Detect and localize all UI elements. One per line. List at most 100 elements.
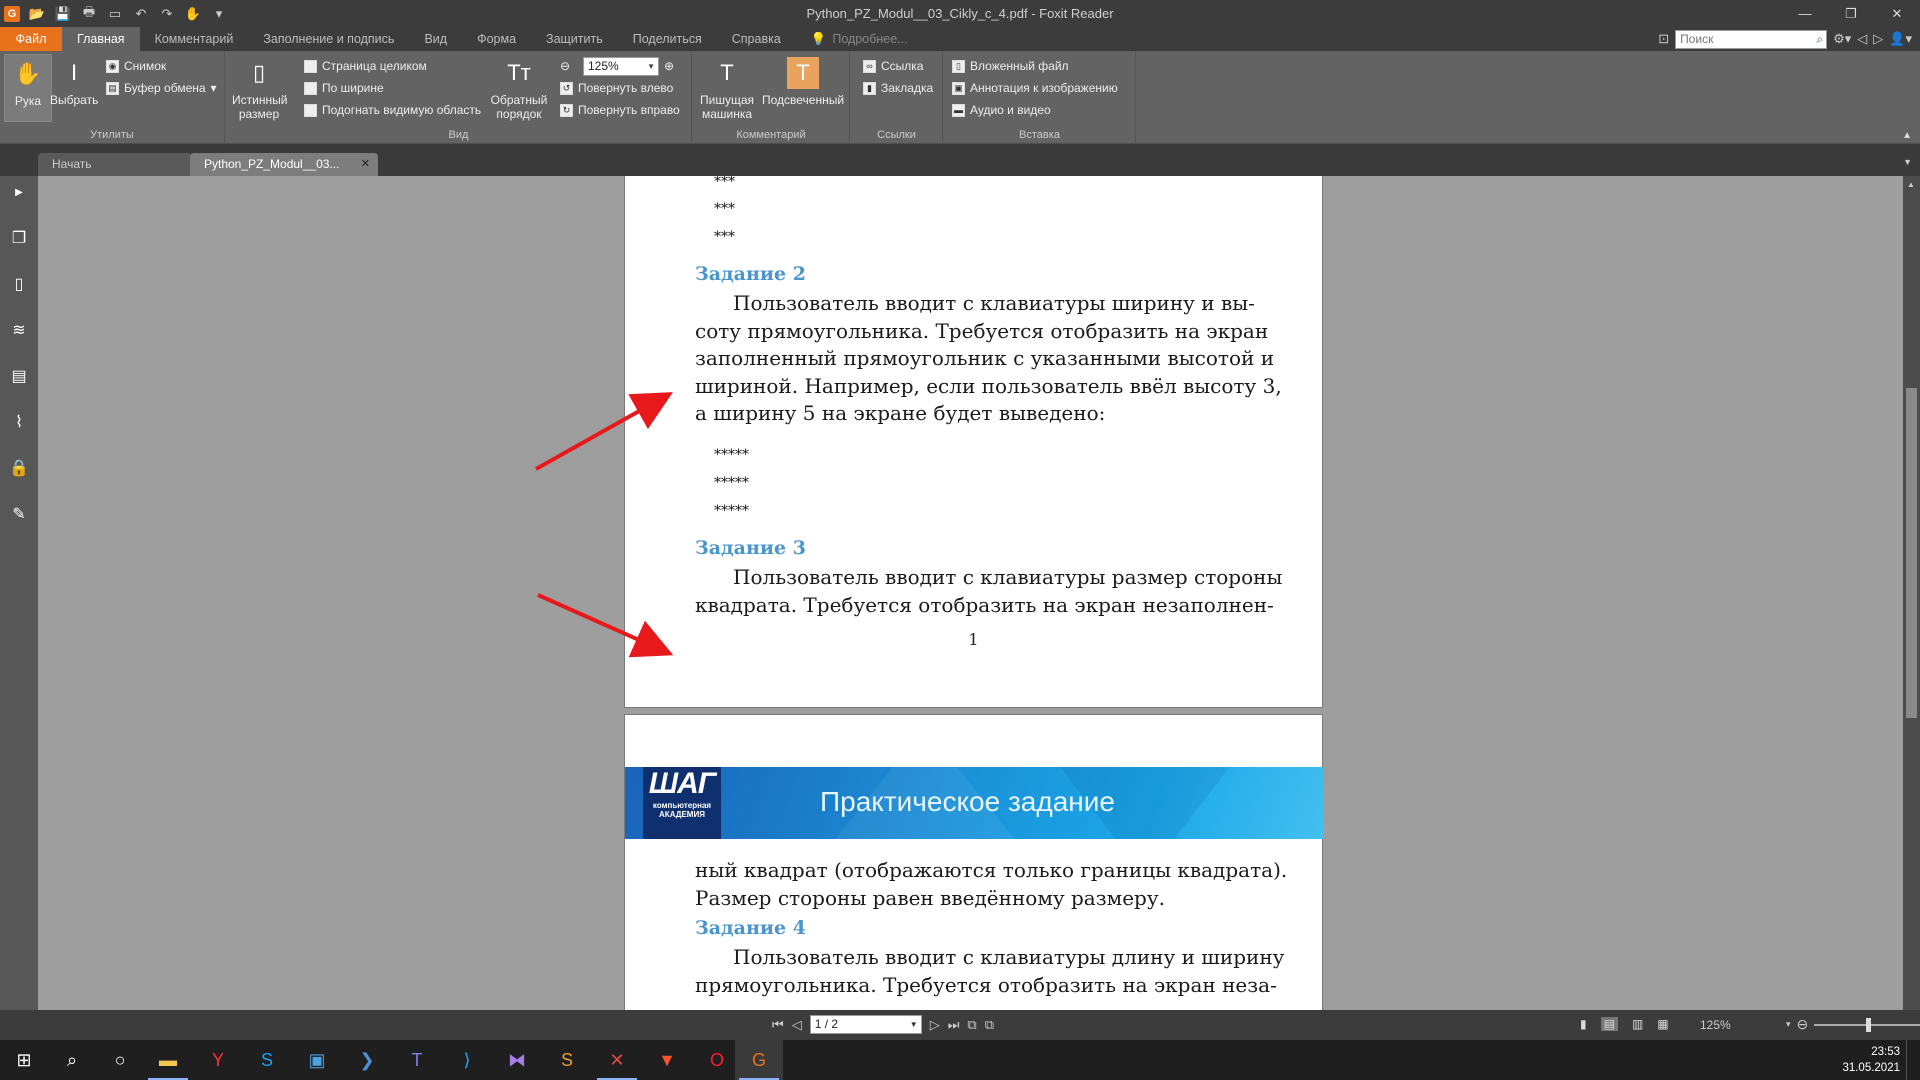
collapse-ribbon-icon[interactable]: ▲ — [1902, 130, 1912, 141]
tab-start[interactable]: Начать — [38, 153, 192, 176]
zoom-slider-track[interactable] — [1814, 1017, 1920, 1032]
clipboard-button[interactable]: ▤ Буфер обмена ▾ — [106, 78, 217, 98]
image-annotation-button[interactable]: ▣ Аннотация к изображению — [952, 78, 1118, 98]
next-view-icon[interactable]: ⧉ — [985, 1017, 994, 1033]
continuous-facing-icon[interactable]: ▦ — [1657, 1017, 1668, 1031]
user-icon[interactable]: 👤▾ — [1889, 31, 1912, 47]
system-clock[interactable]: 23:53 31.05.2021 — [1842, 1044, 1900, 1076]
last-page-icon[interactable]: ⏭ — [948, 1017, 960, 1033]
single-page-icon[interactable]: ▮ — [1580, 1017, 1587, 1031]
vscode-icon[interactable]: ⟩ — [443, 1040, 491, 1080]
forward-icon[interactable]: ▷ — [1873, 31, 1883, 47]
attachment-button[interactable]: ▯ Вложенный файл — [952, 56, 1069, 76]
zoom-dropdown-icon[interactable]: ▼ — [647, 58, 655, 75]
search-icon[interactable]: ⌕ — [1816, 31, 1823, 48]
foxit-app-icon[interactable]: G — [4, 5, 20, 22]
zoom-minus-icon[interactable]: ⊖ — [1797, 1016, 1809, 1033]
opera-icon[interactable]: O — [693, 1040, 741, 1080]
hand-tool-icon[interactable]: ✋ — [184, 6, 202, 22]
link-button[interactable]: ∞ Ссылка — [863, 56, 923, 76]
vertical-scrollbar[interactable]: ▲ — [1903, 176, 1920, 1010]
page-number-input[interactable]: 1 / 2 ▼ — [809, 1015, 922, 1034]
audio-video-button[interactable]: ▬ Аудио и видео — [952, 100, 1051, 120]
actual-size-button[interactable]: ▯ Истинный размер — [232, 54, 287, 122]
hand-tool-button[interactable]: ✋ Рука — [4, 54, 52, 122]
foxit-icon[interactable]: G — [735, 1040, 783, 1080]
minimize-button[interactable]: — — [1782, 0, 1828, 27]
print-icon[interactable]: 🖶 — [80, 3, 98, 25]
rotate-left-button[interactable]: ↺ Повернуть влево — [560, 78, 673, 98]
next-page-icon[interactable]: ▷ — [930, 1017, 940, 1033]
customize-qat-icon[interactable]: ▾ — [210, 6, 228, 22]
tab-home[interactable]: Главная — [62, 27, 140, 51]
status-zoom-value[interactable]: 125% — [1700, 1018, 1731, 1032]
properties-icon[interactable]: ▭ — [106, 6, 124, 22]
typewriter-button[interactable]: T Пишущая машинка — [697, 54, 757, 122]
facing-icon[interactable]: ▥ — [1632, 1017, 1643, 1031]
tell-me[interactable]: 💡 Подробнее... — [796, 27, 923, 51]
save-icon[interactable]: 💾 — [54, 6, 72, 22]
fit-width-button[interactable]: По ширине — [304, 78, 384, 98]
attachments-icon[interactable]: ⌇ — [7, 410, 31, 434]
bookmark-button[interactable]: ▮ Закладка — [863, 78, 933, 98]
show-desktop-button[interactable] — [1906, 1040, 1920, 1080]
bookmarks-panel-icon[interactable]: ▯ — [7, 272, 31, 296]
layers-icon[interactable]: ≋ — [7, 318, 31, 342]
snapshot-button[interactable]: ◉ Снимок — [106, 56, 166, 76]
comments-panel-icon[interactable]: ▤ — [7, 364, 31, 388]
tab-current-document[interactable]: Python_PZ_Modul__03... ✕ — [190, 153, 378, 176]
zoom-menu-icon[interactable]: ▾ — [1786, 1019, 1791, 1030]
close-button[interactable]: ✕ — [1874, 0, 1920, 27]
tab-file[interactable]: Файл — [0, 27, 62, 51]
settings-gear-icon[interactable]: ⚙▾ — [1833, 31, 1851, 47]
visual-studio-icon[interactable]: ⧓ — [493, 1040, 541, 1080]
zoom-select[interactable]: 125% ▼ — [583, 57, 659, 76]
fit-page-button[interactable]: Страница целиком — [304, 56, 427, 76]
tab-list-icon[interactable]: ▼ — [1903, 157, 1912, 167]
select-tool-button[interactable]: I Выбрать — [50, 54, 98, 122]
powershell-icon[interactable]: ❯ — [343, 1040, 391, 1080]
continuous-icon[interactable]: ▤ — [1600, 1017, 1618, 1031]
first-page-icon[interactable]: ⏮ — [772, 1017, 784, 1033]
close-tab-icon[interactable]: ✕ — [361, 153, 370, 176]
back-icon[interactable]: ◁ — [1857, 31, 1867, 47]
tab-fill-sign[interactable]: Заполнение и подпись — [248, 27, 409, 51]
tab-protect[interactable]: Защитить — [531, 27, 618, 51]
fit-visible-button[interactable]: Подогнать видимую область — [304, 100, 481, 120]
reverse-order-button[interactable]: Tт Обратный порядок — [490, 54, 548, 122]
cortana-icon[interactable]: ○ — [96, 1040, 144, 1080]
page-dropdown-icon[interactable]: ▼ — [910, 1016, 918, 1033]
zoom-slider-knob[interactable] — [1866, 1017, 1872, 1032]
restore-button[interactable]: ❐ — [1828, 0, 1874, 27]
scrollbar-thumb[interactable] — [1906, 388, 1917, 718]
previous-page-icon[interactable]: ◁ — [792, 1017, 802, 1033]
search-input[interactable]: Поиск ⌕ — [1675, 29, 1828, 49]
sublime-icon[interactable]: S — [543, 1040, 591, 1080]
tab-help[interactable]: Справка — [717, 27, 796, 51]
expand-panel-icon[interactable]: ▶ — [7, 180, 31, 204]
redo-icon[interactable]: ↷ — [158, 6, 176, 22]
undo-icon[interactable]: ↶ — [132, 6, 150, 22]
brave-icon[interactable]: ▼ — [643, 1040, 691, 1080]
teams-icon[interactable]: T — [393, 1040, 441, 1080]
tab-share[interactable]: Поделиться — [618, 27, 717, 51]
explorer-icon[interactable]: ▬ — [144, 1040, 192, 1080]
tab-view[interactable]: Вид — [409, 27, 462, 51]
yandex-icon[interactable]: Y — [194, 1040, 242, 1080]
scroll-up-icon[interactable]: ▲ — [1907, 180, 1915, 189]
document-view[interactable]: *** *** *** Задание 2 Пользователь вводи… — [38, 176, 1903, 1010]
signatures-icon[interactable]: ✎ — [7, 502, 31, 526]
zoom-out-button[interactable]: ⊖ — [560, 56, 570, 76]
security-lock-icon[interactable]: 🔒 — [7, 456, 31, 480]
tab-comment[interactable]: Комментарий — [140, 27, 249, 51]
xmind-icon[interactable]: ✕ — [593, 1040, 641, 1080]
search-icon[interactable]: ⌕ — [48, 1040, 96, 1080]
tab-form[interactable]: Форма — [462, 27, 531, 51]
skype-icon[interactable]: S — [243, 1040, 291, 1080]
zoom-in-button[interactable]: ⊕ — [664, 56, 674, 76]
highlight-button[interactable]: T Подсвеченный — [761, 54, 845, 122]
previous-view-icon[interactable]: ⧉ — [967, 1017, 976, 1033]
rotate-right-button[interactable]: ↻ Повернуть вправо — [560, 100, 680, 120]
pages-icon[interactable]: ❐ — [7, 226, 31, 250]
zoom-slider[interactable]: ▾ ⊖ ⊕ — [1786, 1016, 1920, 1033]
